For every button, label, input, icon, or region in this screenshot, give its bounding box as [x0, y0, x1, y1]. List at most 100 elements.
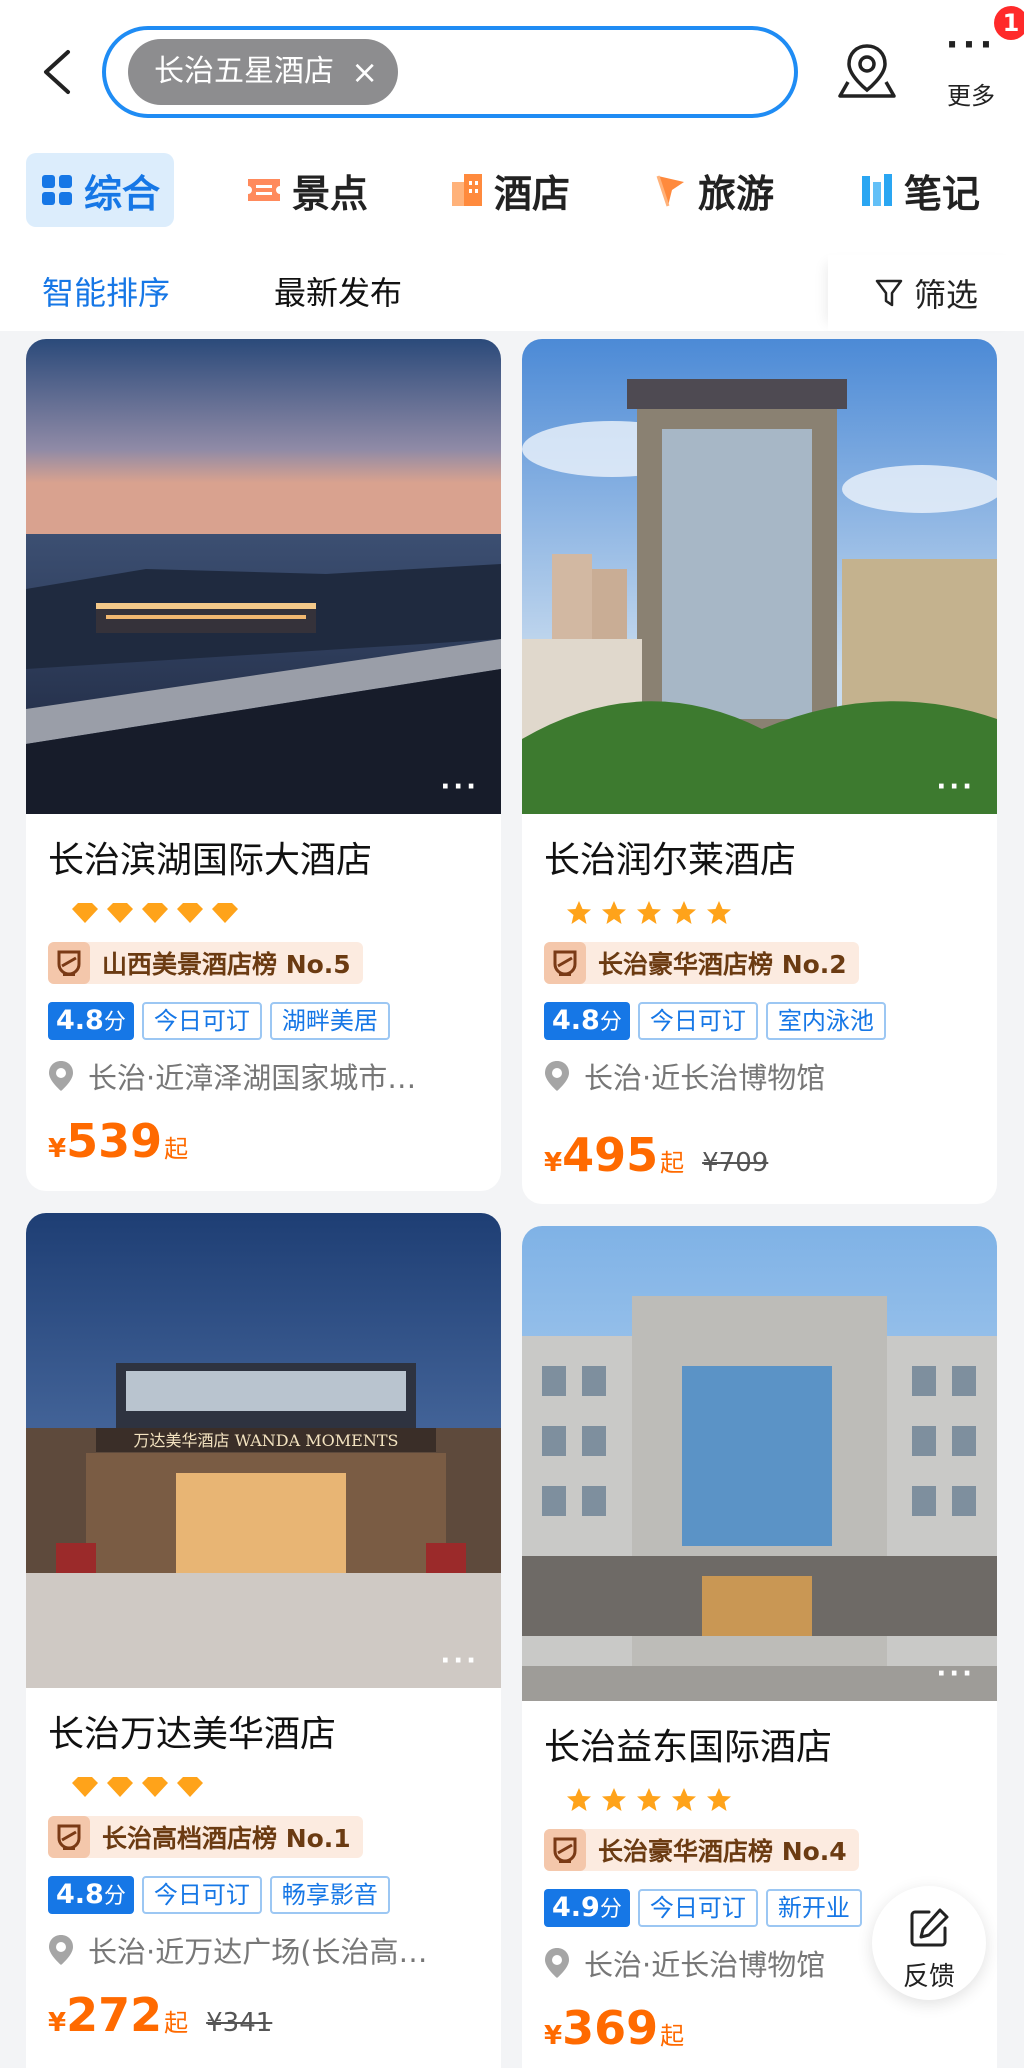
filter-button[interactable]: 筛选	[828, 255, 1024, 331]
hotel-name: 长治益东国际酒店	[544, 1727, 833, 1768]
tab-label: 综合	[84, 171, 161, 216]
tab-label: 笔记	[904, 171, 981, 216]
tag-row: 4.8分 今日可订 畅享影音	[48, 1876, 479, 1914]
feedback-button[interactable]: 反馈	[872, 1886, 986, 2000]
tab-hotels[interactable]: 酒店	[436, 153, 584, 227]
price-row: ¥ 272 起 ¥341	[48, 1988, 273, 2042]
tab-label: 酒店	[494, 171, 571, 216]
notes-icon	[862, 174, 892, 206]
search-keyword-text: 长治五星酒店	[154, 54, 334, 89]
hotel-card[interactable]: ··· 长治滨湖国际大酒店 山西美景酒店榜 No.5 4.8分 今日可订 湖畔美…	[26, 339, 501, 1191]
map-pin-icon	[838, 44, 896, 98]
tab-label: 旅游	[698, 171, 775, 216]
grid-icon	[42, 175, 72, 205]
edit-icon	[910, 1908, 949, 1947]
hotel-card[interactable]: 万达美华酒店 WANDA MOMENTS ··· 长治万达美华酒店 长治高档酒店…	[26, 1213, 501, 2068]
price-row: ¥ 539 起	[48, 1114, 189, 1168]
original-price: ¥341	[206, 2008, 273, 2038]
price-row: ¥ 369 起	[544, 2001, 685, 2055]
ticket-icon	[248, 179, 280, 201]
location-pin-icon	[49, 1935, 73, 1965]
ranking-badge[interactable]: 长治高档酒店榜 No.1	[48, 1816, 363, 1858]
notification-badge: 1	[994, 6, 1024, 40]
hotel-location: 长治·近长治博物馆	[544, 1056, 975, 1096]
photo-more-icon[interactable]: ···	[440, 774, 479, 800]
search-results-page: 长治五星酒店 × ··· 更多 1 综合 景点 酒店 旅游 笔记 智能排序 最新…	[0, 0, 1024, 2068]
rating-score: 4.8分	[48, 1002, 134, 1040]
ranking-text: 山西美景酒店榜 No.5	[102, 950, 351, 979]
filter-label: 筛选	[913, 276, 978, 314]
hotel-card[interactable]: ··· 长治润尔莱酒店 长治豪华酒店榜 No.2 4.8分 今日可订 室内泳池 …	[522, 339, 997, 1204]
category-tabs: 综合 景点 酒店 旅游 笔记	[0, 145, 1024, 255]
back-button[interactable]	[32, 40, 88, 104]
search-keyword-chip[interactable]: 长治五星酒店 ×	[128, 39, 398, 105]
location-pin-icon	[545, 1948, 569, 1978]
tab-label: 景点	[292, 171, 369, 216]
feedback-label: 反馈	[902, 1962, 955, 1992]
ranking-text: 长治豪华酒店榜 No.2	[598, 950, 847, 979]
hotel-name: 长治万达美华酒店	[48, 1714, 337, 1755]
tab-travel[interactable]: 旅游	[640, 153, 788, 227]
diamond-rating	[48, 898, 479, 928]
hotel-name: 长治润尔莱酒店	[544, 840, 797, 881]
rating-score: 4.8分	[544, 1002, 630, 1040]
photo-more-icon[interactable]: ···	[440, 1648, 479, 1674]
ranking-badge[interactable]: 长治豪华酒店榜 No.4	[544, 1829, 859, 1871]
sort-latest[interactable]: 最新发布	[274, 265, 402, 321]
tag-row: 4.8分 今日可订 湖畔美居	[48, 1002, 479, 1040]
trophy-icon	[48, 942, 90, 984]
photo-more-icon[interactable]: ···	[936, 774, 975, 800]
photo-more-icon[interactable]: ···	[936, 1661, 975, 1687]
tab-attractions[interactable]: 景点	[232, 153, 382, 227]
location-pin-icon	[49, 1061, 73, 1091]
tag: 今日可订	[637, 1002, 758, 1040]
trophy-icon	[544, 942, 586, 984]
ranking-text: 长治豪华酒店榜 No.4	[598, 1837, 847, 1866]
price: 495	[562, 1128, 659, 1182]
ranking-badge[interactable]: 山西美景酒店榜 No.5	[48, 942, 363, 984]
more-menu-button[interactable]: ··· 更多	[936, 25, 1006, 120]
tab-notes[interactable]: 笔记	[846, 153, 994, 227]
hotel-name: 长治滨湖国际大酒店	[48, 840, 373, 881]
rating-score: 4.9分	[544, 1889, 630, 1927]
top-bar: 长治五星酒店 × ··· 更多 1	[0, 0, 1024, 145]
building-icon	[452, 174, 482, 206]
sort-smart[interactable]: 智能排序	[42, 265, 170, 321]
trophy-icon	[48, 1816, 90, 1858]
tag-row: 4.8分 今日可订 室内泳池	[544, 1002, 975, 1040]
hotel-photo: 万达美华酒店 WANDA MOMENTS ···	[26, 1213, 501, 1688]
hotel-location: 长治·近万达广场(长治高…	[48, 1930, 479, 1970]
tag: 今日可订	[141, 1002, 262, 1040]
rating-score: 4.8分	[48, 1876, 134, 1914]
tag: 新开业	[765, 1889, 862, 1927]
hotel-photo: ···	[522, 1226, 997, 1701]
hotel-location: 长治·近漳泽湖国家城市…	[48, 1056, 479, 1096]
price: 272	[66, 1988, 163, 2042]
hotel-photo: ···	[522, 339, 997, 814]
star-rating	[544, 898, 975, 928]
tag: 畅享影音	[269, 1876, 390, 1914]
ranking-badge[interactable]: 长治豪华酒店榜 No.2	[544, 942, 859, 984]
tag: 今日可订	[141, 1876, 262, 1914]
tag: 室内泳池	[765, 1002, 886, 1040]
filter-icon	[875, 279, 903, 307]
original-price: ¥709	[702, 1148, 769, 1178]
more-dots-icon: ···	[945, 25, 997, 65]
price: 369	[562, 2001, 659, 2055]
tag: 湖畔美居	[269, 1002, 390, 1040]
more-label: 更多	[947, 82, 995, 110]
price: 539	[66, 1114, 163, 1168]
ranking-text: 长治高档酒店榜 No.1	[102, 1824, 351, 1853]
map-button[interactable]	[834, 38, 900, 104]
tab-overall[interactable]: 综合	[26, 153, 175, 227]
price-row: ¥ 495 起 ¥709	[544, 1128, 769, 1182]
clear-keyword-icon[interactable]: ×	[351, 39, 378, 105]
flag-icon	[656, 175, 684, 207]
hotel-photo: ···	[26, 339, 501, 814]
sort-bar: 智能排序 最新发布 筛选	[0, 255, 1024, 331]
photo-sign: 万达美华酒店 WANDA MOMENTS	[134, 1431, 399, 1450]
diamond-rating	[48, 1772, 479, 1802]
chevron-left-icon	[44, 50, 70, 94]
search-input[interactable]: 长治五星酒店 ×	[102, 26, 798, 118]
trophy-icon	[544, 1829, 586, 1871]
